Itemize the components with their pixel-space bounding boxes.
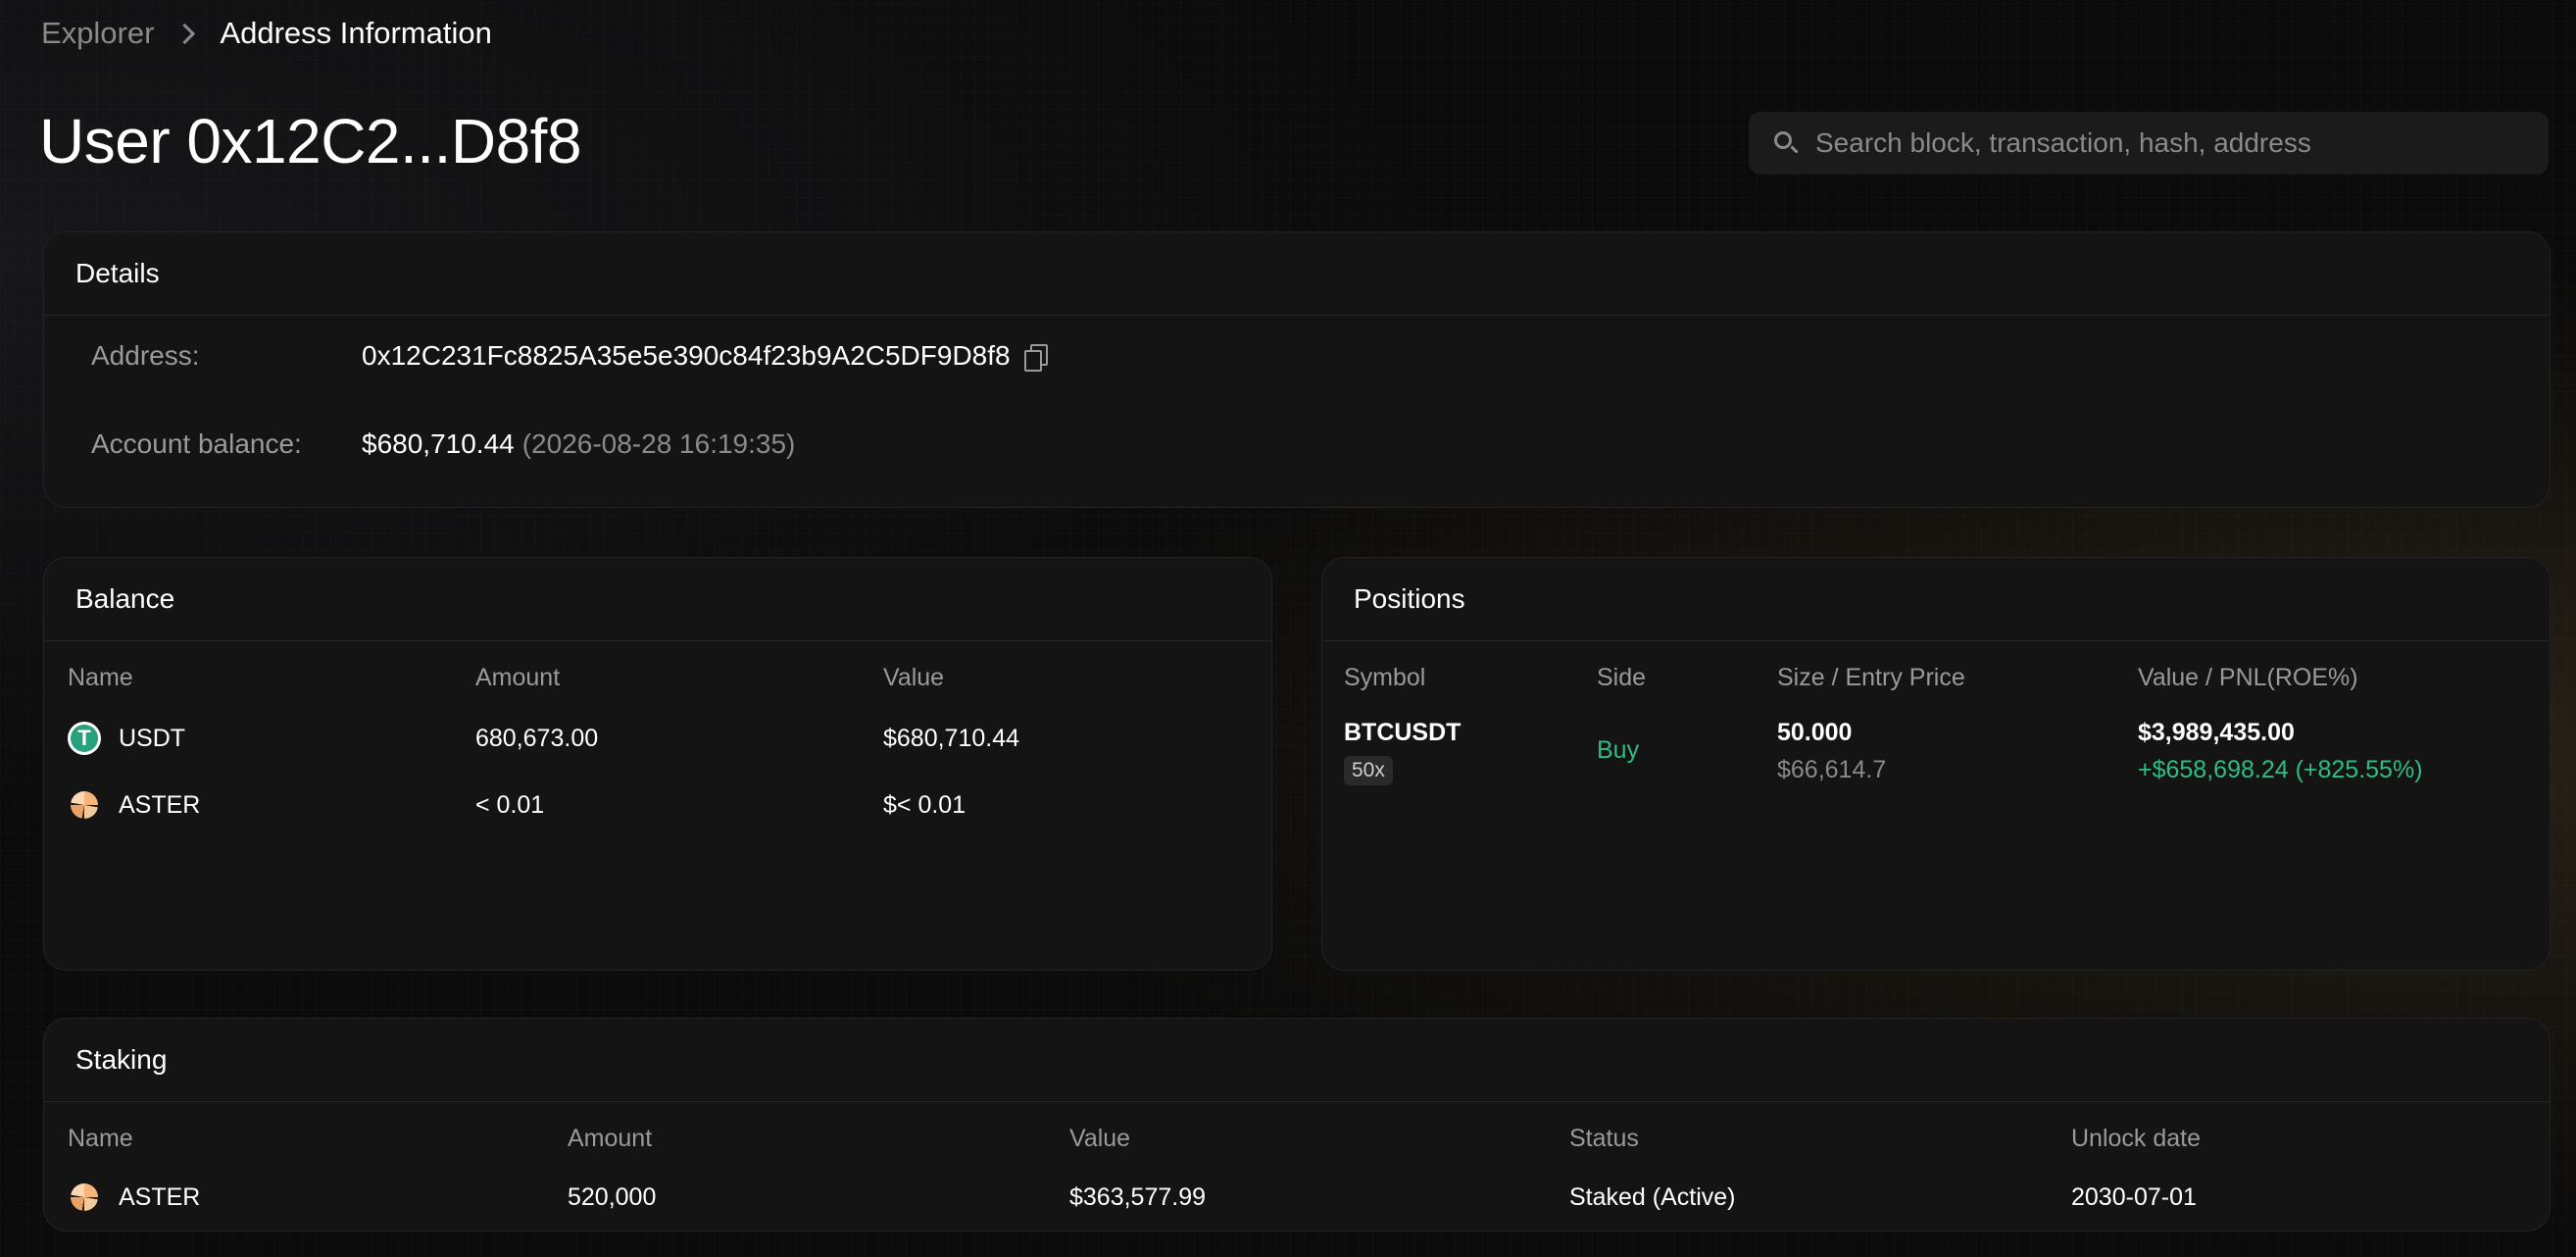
breadcrumb-explorer-link[interactable]: Explorer [41, 16, 154, 51]
copy-icon[interactable] [1023, 344, 1048, 372]
column-header-value: Value [883, 663, 945, 691]
token-name: ASTER [119, 1182, 201, 1211]
table-row: ASTER < 0.01 $< 0.01 [44, 783, 1271, 827]
column-header-symbol: Symbol [1344, 663, 1426, 691]
column-header-name: Name [68, 663, 133, 691]
staking-table-header: Name Amount Value Status Unlock date [44, 1119, 2550, 1158]
search-input[interactable] [1813, 113, 2549, 174]
usdt-icon: T [68, 722, 101, 755]
positions-table-header: Symbol Side Size / Entry Price Value / P… [1322, 658, 2550, 697]
address-row: Address: 0x12C231Fc8825A35e5e390c84f23b9… [91, 340, 1048, 372]
staking-name-cell: ASTER [68, 1183, 200, 1212]
column-header-size: Size / Entry Price [1777, 663, 1965, 691]
breadcrumb: Explorer Address Information [41, 12, 492, 55]
table-row: ASTER 520,000 $363,577.99 Staked (Active… [44, 1176, 2550, 1219]
account-balance-row: Account balance: $680,710.44 (2026-08-28… [91, 428, 795, 460]
column-header-name: Name [68, 1124, 133, 1152]
balance-amount: < 0.01 [475, 790, 545, 819]
column-header-status: Status [1569, 1124, 1639, 1152]
column-header-amount: Amount [475, 663, 561, 691]
positions-card: Positions Symbol Side Size / Entry Price… [1321, 557, 2551, 971]
position-value-cell: $3,989,435.00 +$658,698.24 (+825.55%) [2138, 715, 2423, 789]
balance-value: $< 0.01 [883, 790, 966, 819]
token-name: USDT [119, 724, 186, 752]
aster-icon [71, 791, 98, 819]
table-row: BTCUSDT 50x Buy 50.000 $66,614.7 $3,989,… [1322, 715, 2550, 797]
token-name: ASTER [119, 790, 201, 819]
positions-header: Positions [1322, 558, 2550, 641]
balance-name-cell: T USDT [68, 722, 185, 755]
column-header-unlock-date: Unlock date [2071, 1124, 2202, 1152]
leverage-badge: 50x [1344, 756, 1393, 785]
position-symbol: BTCUSDT [1344, 719, 1461, 746]
search-icon [1774, 131, 1799, 155]
account-balance-value: $680,710.44 [362, 428, 515, 459]
account-balance-timestamp: (2026-08-28 16:19:35) [521, 428, 796, 459]
position-entry-price: $66,614.7 [1777, 756, 1887, 783]
breadcrumb-current: Address Information [220, 16, 492, 50]
column-header-value-pnl: Value / PNL(ROE%) [2138, 663, 2358, 691]
staking-header: Staking [44, 1019, 2550, 1102]
page-title: User 0x12C2...D8f8 [39, 106, 582, 176]
balance-card: Balance Name Amount Value T USDT 680,673… [43, 557, 1272, 971]
column-header-value: Value [1069, 1124, 1131, 1152]
table-row: T USDT 680,673.00 $680,710.44 [44, 717, 1271, 760]
staking-status: Staked (Active) [1569, 1182, 1736, 1211]
column-header-amount: Amount [568, 1124, 653, 1152]
account-balance-label: Account balance: [91, 428, 302, 459]
chevron-right-icon [174, 23, 196, 44]
balance-value: $680,710.44 [883, 724, 1020, 752]
balance-amount: 680,673.00 [475, 724, 599, 752]
position-size: 50.000 [1777, 719, 1853, 746]
position-pnl: +$658,698.24 (+825.55%) [2138, 756, 2423, 783]
balance-header: Balance [44, 558, 1271, 641]
staking-card: Staking Name Amount Value Status Unlock … [43, 1018, 2551, 1232]
position-size-cell: 50.000 $66,614.7 [1777, 715, 1886, 789]
position-symbol-cell: BTCUSDT 50x [1344, 715, 1461, 785]
position-side: Buy [1597, 736, 1640, 764]
balance-name-cell: ASTER [68, 791, 200, 820]
address-label: Address: [91, 340, 200, 371]
staking-value: $363,577.99 [1069, 1182, 1207, 1211]
aster-icon [71, 1183, 98, 1211]
balance-table-header: Name Amount Value [44, 658, 1271, 697]
staking-unlock-date: 2030-07-01 [2071, 1182, 2197, 1211]
search-bar[interactable] [1749, 112, 2549, 175]
position-value: $3,989,435.00 [2138, 719, 2295, 746]
staking-amount: 520,000 [568, 1182, 657, 1211]
details-header: Details [44, 232, 2550, 316]
address-value[interactable]: 0x12C231Fc8825A35e5e390c84f23b9A2C5DF9D8… [362, 340, 1011, 372]
details-card: Details Address: 0x12C231Fc8825A35e5e390… [43, 231, 2551, 508]
column-header-side: Side [1597, 663, 1647, 691]
